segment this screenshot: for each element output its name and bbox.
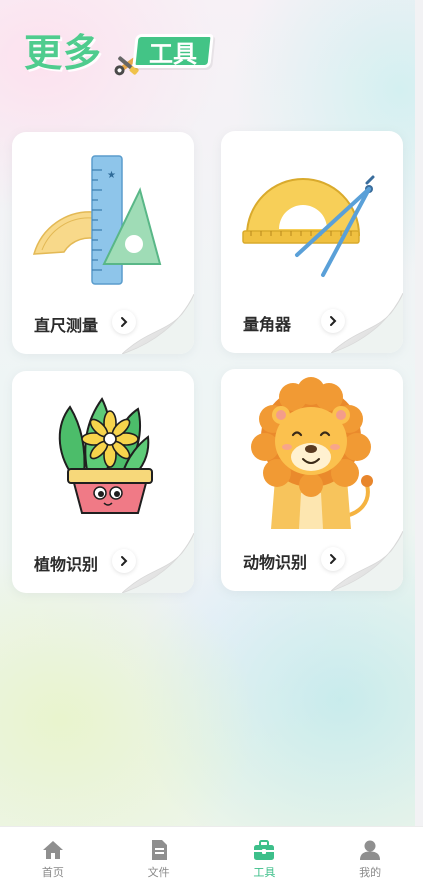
right-edge-strip (415, 0, 423, 826)
page-curl-decoration (122, 294, 194, 354)
lion-illustration (251, 377, 373, 529)
nav-item-file[interactable]: 文件 (106, 827, 212, 880)
page-curl-decoration (331, 531, 403, 591)
nav-item-tools[interactable]: 工具 (212, 827, 318, 880)
protractor-compass-illustration (242, 175, 375, 277)
card-label: 植物识别 (34, 555, 99, 574)
card-animal-identify[interactable]: 动物识别 (221, 369, 403, 591)
card-label: 动物识别 (243, 553, 308, 572)
header-badge: 工具 (132, 34, 214, 68)
page-curl-decoration (331, 293, 403, 353)
nav-item-home[interactable]: 首页 (0, 827, 106, 880)
card-plant-identify[interactable]: 植物识别 (12, 371, 194, 593)
ruler-protractor-illustration: ★ (32, 155, 162, 285)
page-curl-decoration (122, 533, 194, 593)
nav-label: 首页 (41, 866, 64, 879)
potted-plant-illustration (58, 397, 153, 514)
home-icon (42, 841, 63, 859)
page-title: 更多 (24, 31, 103, 75)
card-protractor[interactable]: 量角器 (221, 131, 403, 353)
card-ruler-measure[interactable]: ★ 直尺测量 (12, 132, 194, 354)
file-icon (151, 840, 167, 860)
nav-label: 我的 (359, 866, 382, 879)
nav-item-mine[interactable]: 我的 (317, 827, 423, 880)
toolbox-icon (254, 840, 275, 860)
card-label: 量角器 (243, 315, 292, 334)
nav-label: 工具 (253, 866, 276, 879)
nav-label: 文件 (147, 866, 170, 879)
svg-text:★: ★ (107, 170, 116, 181)
card-label: 直尺测量 (34, 316, 99, 335)
user-icon (360, 840, 381, 860)
header-badge-label: 工具 (149, 39, 197, 68)
bottom-nav: 首页 文件 工具 我的 (0, 826, 423, 880)
